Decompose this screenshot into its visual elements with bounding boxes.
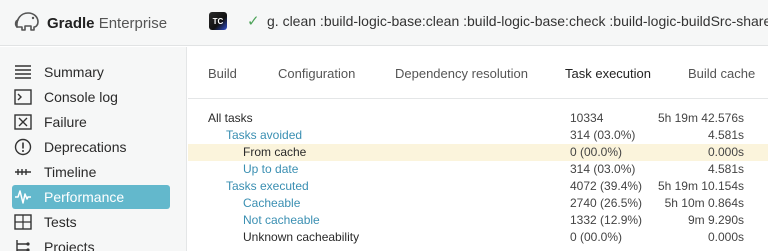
brand-name: Gradle <box>47 14 95 32</box>
row-count: 10334 <box>570 111 604 125</box>
tab-dependency-resolution[interactable]: Dependency resolution <box>395 66 528 81</box>
sidebar-item-label: Console log <box>44 89 118 105</box>
timeline-icon <box>14 163 32 181</box>
sidebar-item-performance[interactable]: Performance <box>12 185 170 209</box>
row-count: 314 (03.0%) <box>570 128 636 142</box>
table-row: Up to date 314 (03.0%) 4.581s <box>188 161 768 178</box>
sidebar-item-deprecations[interactable]: Deprecations <box>12 135 170 159</box>
task-execution-table: All tasks 10334 5h 19m 42.576s Tasks avo… <box>188 110 768 246</box>
row-label: All tasks <box>208 111 253 125</box>
build-title: g. clean :build-logic-base:clean :build-… <box>267 13 768 29</box>
sidebar-item-label: Failure <box>44 114 87 130</box>
table-row: Cacheable 2740 (26.5%) 5h 10m 0.864s <box>188 195 768 212</box>
sidebar-item-tests[interactable]: Tests <box>12 210 170 234</box>
row-time: 9m 9.290s <box>687 213 744 227</box>
row-time: 4.581s <box>707 128 744 142</box>
row-count: 0 (00.0%) <box>570 145 623 159</box>
table-row: Tasks avoided 314 (03.0%) 4.581s <box>188 127 768 144</box>
gradle-elephant-icon <box>12 6 42 41</box>
tab-build[interactable]: Build <box>208 66 237 81</box>
check-icon: ✓ <box>247 13 260 30</box>
row-count: 4072 (39.4%) <box>570 179 643 193</box>
tab-configuration[interactable]: Configuration <box>278 66 355 81</box>
summary-icon <box>14 63 32 81</box>
sidebar-item-failure[interactable]: Failure <box>12 110 170 134</box>
row-time: 0.000s <box>707 145 744 159</box>
row-count: 314 (03.0%) <box>570 162 636 176</box>
performance-icon <box>14 188 32 206</box>
console-log-icon <box>14 88 32 106</box>
gradle-enterprise-logo[interactable]: Gradle Enterprise <box>12 8 167 38</box>
sidebar-item-console-log[interactable]: Console log <box>12 85 170 109</box>
sidebar-item-label: Tests <box>44 214 77 230</box>
row-label: From cache <box>243 145 307 159</box>
sidebar-item-projects[interactable]: Projects <box>12 235 170 251</box>
sidebar-item-label: Deprecations <box>44 139 127 155</box>
sidebar-item-label: Summary <box>44 64 104 80</box>
row-time: 5h 19m 42.576s <box>657 111 744 125</box>
sidebar-item-summary[interactable]: Summary <box>12 60 170 84</box>
row-count: 2740 (26.5%) <box>570 196 643 210</box>
table-row: Tasks executed 4072 (39.4%) 5h 19m 10.15… <box>188 178 768 195</box>
sidebar-item-label: Performance <box>44 189 125 205</box>
top-bar: Gradle Enterprise TC ✓ g. clean :build-l… <box>0 0 768 46</box>
table-row: From cache 0 (00.0%) 0.000s <box>188 144 768 161</box>
table-row: Unknown cacheability 0 (00.0%) 0.000s <box>188 229 768 246</box>
sidebar-item-label: Projects <box>44 239 95 251</box>
sidebar-item-label: Timeline <box>44 164 97 180</box>
row-time: 5h 10m 0.864s <box>664 196 744 210</box>
deprecations-icon <box>14 138 32 156</box>
row-label[interactable]: Up to date <box>243 161 298 178</box>
table-row: Not cacheable 1332 (12.9%) 9m 9.290s <box>188 212 768 229</box>
performance-tabs: Build Configuration Dependency resolutio… <box>188 47 768 99</box>
tests-icon <box>14 213 32 231</box>
projects-icon <box>14 238 32 251</box>
tab-task-execution[interactable]: Task execution <box>565 66 651 81</box>
row-time: 5h 19m 10.154s <box>657 179 744 193</box>
row-count: 0 (00.0%) <box>570 230 623 244</box>
sidebar-item-timeline[interactable]: Timeline <box>12 160 170 184</box>
row-label[interactable]: Tasks executed <box>226 178 309 195</box>
row-time: 0.000s <box>707 230 744 244</box>
row-count: 1332 (12.9%) <box>570 213 643 227</box>
tab-build-cache[interactable]: Build cache <box>688 66 755 81</box>
failure-icon <box>14 113 32 131</box>
row-label[interactable]: Tasks avoided <box>226 127 302 144</box>
row-time: 4.581s <box>707 162 744 176</box>
sidebar: Summary Console log Failure Deprecations… <box>0 47 187 251</box>
table-row: All tasks 10334 5h 19m 42.576s <box>188 110 768 127</box>
row-label: Unknown cacheability <box>243 230 360 244</box>
teamcity-icon[interactable]: TC <box>209 12 227 30</box>
brand-suffix: Enterprise <box>94 14 168 32</box>
row-label[interactable]: Not cacheable <box>243 212 320 229</box>
row-label[interactable]: Cacheable <box>243 195 300 212</box>
